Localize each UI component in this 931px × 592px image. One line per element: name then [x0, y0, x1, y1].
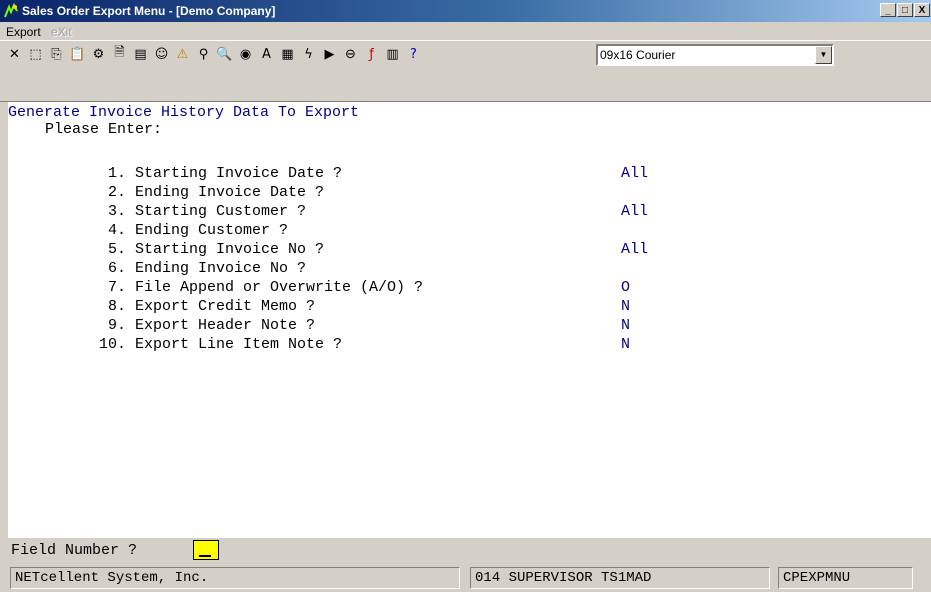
link-icon[interactable]: ⊖: [340, 43, 361, 65]
screen-heading: Generate Invoice History Data To Export: [8, 104, 360, 121]
font-select-value: 09x16 Courier: [600, 48, 676, 62]
field-number-label: Field Number ?: [11, 542, 138, 559]
menu-bar: Export eXit: [0, 22, 931, 40]
status-user: 014 SUPERVISOR TS1MAD: [470, 567, 770, 589]
status-company: NETcellent System, Inc.: [10, 567, 460, 589]
font-icon[interactable]: A: [256, 43, 277, 65]
notes-icon[interactable]: ▤: [130, 43, 151, 65]
cancel-icon[interactable]: ✕: [4, 43, 25, 65]
select-icon[interactable]: ⬚: [25, 43, 46, 65]
field-value: N: [621, 336, 631, 353]
close-button[interactable]: X: [914, 3, 930, 17]
terminal-screen: Generate Invoice History Data To Export …: [8, 102, 931, 538]
menu-export[interactable]: Export: [6, 25, 41, 39]
lightning-icon[interactable]: ϟ: [298, 43, 319, 65]
document-icon[interactable]: ▥: [382, 43, 403, 65]
zoom-icon[interactable]: 🔍: [214, 43, 235, 65]
maximize-button[interactable]: □: [897, 3, 913, 17]
help-pointer-icon[interactable]: ?: [403, 43, 424, 65]
status-bar: NETcellent System, Inc. 014 SUPERVISOR T…: [8, 564, 931, 592]
user-card-icon[interactable]: ☺: [151, 43, 172, 65]
field-label: 7. File Append or Overwrite (A/O) ?: [99, 279, 424, 296]
field-label: 6. Ending Invoice No ?: [99, 260, 307, 277]
field-label: 10. Export Line Item Note ?: [99, 336, 343, 353]
function-icon[interactable]: ƒ: [361, 43, 382, 65]
calculator-icon[interactable]: ▦: [277, 43, 298, 65]
field-label: 1. Starting Invoice Date ?: [99, 165, 343, 182]
field-value: N: [621, 317, 631, 334]
find-icon[interactable]: ⚲: [193, 43, 214, 65]
run-icon[interactable]: ▶: [319, 43, 340, 65]
font-select[interactable]: 09x16 Courier ▼: [596, 44, 834, 66]
field-number-input[interactable]: [193, 540, 219, 560]
window-title: Sales Order Export Menu - [Demo Company]: [22, 4, 276, 18]
app-icon: [4, 3, 18, 18]
title-bar: Sales Order Export Menu - [Demo Company]…: [0, 0, 931, 22]
minimize-button[interactable]: _: [880, 3, 896, 17]
field-value: O: [621, 279, 631, 296]
globe-icon[interactable]: ◉: [235, 43, 256, 65]
field-label: 4. Ending Customer ?: [99, 222, 289, 239]
screen-prompt: Please Enter:: [45, 121, 163, 138]
properties-icon[interactable]: 🗎: [109, 43, 130, 65]
text-cursor: [199, 555, 211, 557]
toolbar: ✕ ⬚ ⎘ 📋 ⚙ 🗎 ▤ ☺ ⚠ ⚲ 🔍 ◉ A ▦ ϟ ▶ ⊖ ƒ ▥? 09x16 Courier ▼: [0, 40, 931, 102]
field-value: All: [621, 241, 649, 258]
field-value: All: [621, 203, 649, 220]
field-label: 3. Starting Customer ?: [99, 203, 307, 220]
field-label: 9. Export Header Note ?: [99, 317, 316, 334]
paste-icon[interactable]: 📋: [67, 43, 88, 65]
field-label: 2. Ending Invoice Date ?: [99, 184, 325, 201]
window-left-edge: [0, 102, 8, 592]
chevron-down-icon[interactable]: ▼: [815, 46, 832, 64]
status-program: CPEXPMNU: [778, 567, 913, 589]
copy-icon[interactable]: ⎘: [46, 43, 67, 65]
field-value: All: [621, 165, 649, 182]
field-label: 8. Export Credit Memo ?: [99, 298, 316, 315]
menu-exit[interactable]: eXit: [51, 25, 72, 39]
field-number-row: Field Number ?: [8, 538, 931, 562]
settings-icon[interactable]: ⚙: [88, 43, 109, 65]
field-label: 5. Starting Invoice No ?: [99, 241, 325, 258]
field-value: N: [621, 298, 631, 315]
warning-icon[interactable]: ⚠: [172, 43, 193, 65]
